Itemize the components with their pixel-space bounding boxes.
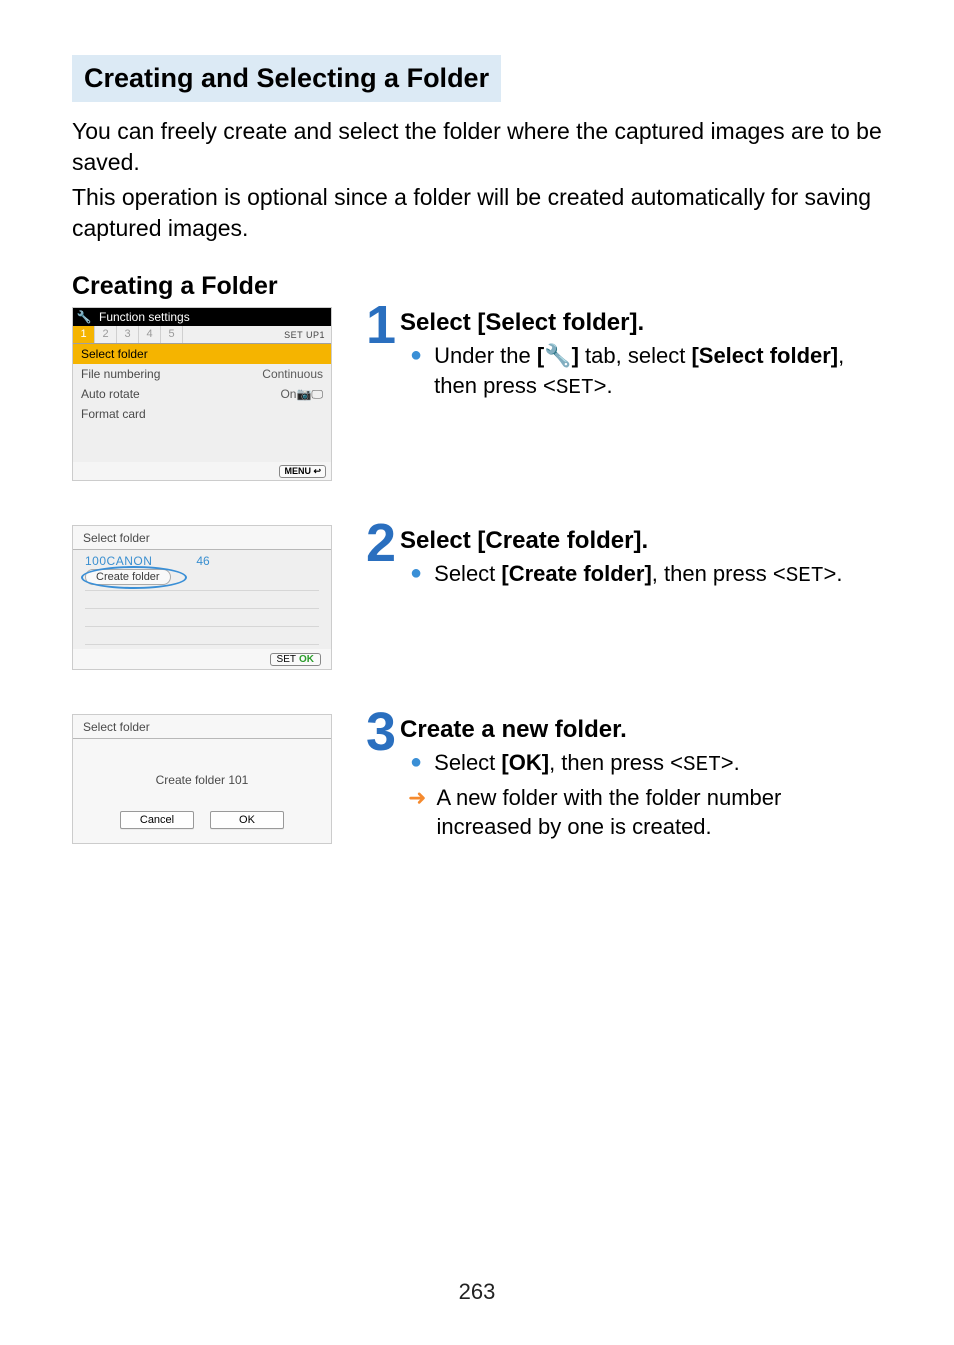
ok-button: OK — [210, 811, 284, 829]
step-1-title: Select [Select folder]. — [400, 309, 882, 337]
create-folder-option: Create folder — [85, 569, 171, 585]
screenshot-create-folder-dialog: Select folder Create folder 101 Cancel O… — [72, 714, 332, 844]
bullet-icon: ● — [410, 341, 422, 403]
tab-3: 3 — [117, 326, 139, 343]
setup-label: SET UP1 — [284, 330, 325, 340]
bullet-icon: ● — [410, 748, 422, 780]
step-2: Select folder 100CANON 46 Create folder — [72, 525, 882, 670]
step-number-1: 1 — [366, 301, 396, 350]
step-1-bullet: ● Under the [🔧] tab, select [Select fold… — [400, 341, 882, 403]
menu-label: Auto rotate — [81, 387, 140, 401]
step-3-title: Create a new folder. — [400, 716, 882, 744]
tab-4: 4 — [139, 326, 161, 343]
menu-value: On📷🖵 — [280, 387, 323, 402]
tab-bar: 1 2 3 4 5 SET UP1 — [73, 326, 331, 344]
menu-back-button: MENU ↩ — [279, 465, 326, 478]
step-2-title: Select [Create folder]. — [400, 527, 882, 555]
menu-item-select-folder: Select folder — [73, 344, 331, 364]
folder-name: 100CANON — [85, 554, 152, 568]
intro-para-2: This operation is optional since a folde… — [72, 182, 882, 244]
menu-item-format-card: Format card — [73, 404, 331, 424]
folder-count: 46 — [196, 554, 209, 568]
intro-block: You can freely create and select the fol… — [72, 116, 882, 244]
step-number-2: 2 — [366, 519, 396, 568]
dialog-header: Select folder — [73, 715, 331, 739]
menu-item-auto-rotate: Auto rotate On📷🖵 — [73, 384, 331, 404]
tab-2: 2 — [95, 326, 117, 343]
screenshot-select-folder-list: Select folder 100CANON 46 Create folder — [72, 525, 332, 670]
menu-item-file-numbering: File numbering Continuous — [73, 364, 331, 384]
set-ok-button: SETOK — [270, 653, 321, 666]
page-number: 263 — [0, 1279, 954, 1305]
step-number-3: 3 — [366, 708, 396, 757]
step-2-bullet: ● Select [Create folder], then press <SE… — [400, 559, 882, 591]
sub-heading: Creating a Folder — [72, 272, 882, 301]
menu-label: File numbering — [81, 367, 160, 381]
menu-label: Select folder — [81, 347, 148, 361]
function-settings-title: Function settings — [95, 310, 190, 324]
cancel-button: Cancel — [120, 811, 194, 829]
wrench-icon: 🔧 — [73, 310, 95, 324]
step-1: 🔧 Function settings 1 2 3 4 5 SET UP1 Se… — [72, 307, 882, 481]
menu-label: Format card — [81, 407, 146, 421]
step-3-bullet-2: ➜ A new folder with the folder number in… — [400, 783, 882, 842]
step-3: Select folder Create folder 101 Cancel O… — [72, 714, 882, 844]
select-folder-header: Select folder — [73, 526, 331, 550]
menu-value: Continuous — [262, 367, 323, 381]
empty-row — [85, 609, 319, 627]
intro-para-1: You can freely create and select the fol… — [72, 116, 882, 178]
step-3-bullet-1: ● Select [OK], then press <SET>. — [400, 748, 882, 780]
dialog-message: Create folder 101 — [73, 739, 331, 811]
empty-row — [85, 591, 319, 609]
tab-5: 5 — [161, 326, 183, 343]
arrow-icon: ➜ — [408, 783, 426, 842]
screenshot-function-settings: 🔧 Function settings 1 2 3 4 5 SET UP1 Se… — [72, 307, 332, 481]
empty-row — [85, 627, 319, 645]
tab-1: 1 — [73, 326, 95, 343]
bullet-icon: ● — [410, 559, 422, 591]
section-heading: Creating and Selecting a Folder — [72, 55, 501, 102]
